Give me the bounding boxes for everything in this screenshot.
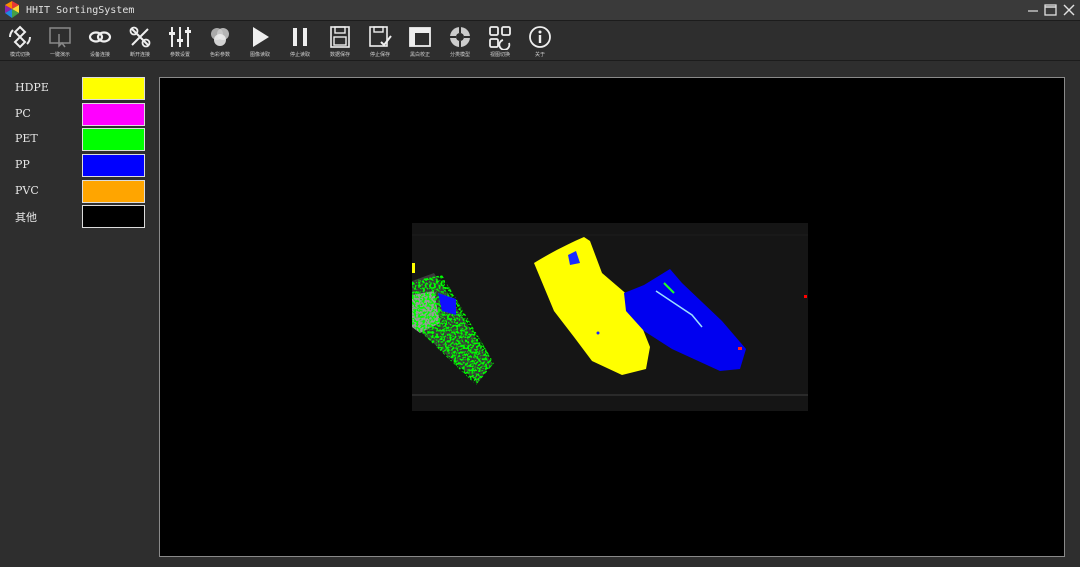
view-switch-button[interactable]: 视图切换 (480, 21, 520, 61)
legend-swatch (82, 103, 145, 126)
legend-swatch (82, 154, 145, 177)
tool-label: 参数设置 (169, 52, 190, 58)
close-button[interactable] (1061, 1, 1076, 18)
legend-item-pet: PET (0, 128, 150, 152)
about-button[interactable]: 关于 (520, 21, 560, 61)
tool-label: 关于 (534, 52, 545, 58)
mode-switch-icon (9, 25, 31, 49)
app-logo-icon (2, 0, 22, 20)
legend-item-pvc: PVC (0, 180, 150, 204)
maximize-button[interactable] (1043, 1, 1058, 18)
tool-label: 停止读取 (289, 52, 310, 58)
legend-label: 其他 (15, 211, 37, 224)
model-button[interactable]: 分类模型 (440, 21, 480, 61)
minimize-button[interactable] (1025, 1, 1040, 18)
title-bar: HHIT SortingSystem (0, 0, 1080, 21)
calibration-button[interactable]: 黑白校正 (400, 21, 440, 61)
maximize-icon (1044, 3, 1057, 16)
classified-camera-image (412, 223, 808, 411)
tool-label: 停止保存 (369, 52, 390, 58)
stop-save-button[interactable]: 停止保存 (360, 21, 400, 61)
minimize-icon (1027, 9, 1038, 12)
legend-label: PET (15, 132, 38, 145)
legend-label: PP (15, 158, 30, 171)
legend-item-pc: PC (0, 103, 150, 127)
image-viewport[interactable] (159, 77, 1065, 557)
stop-read-button[interactable]: 停止读取 (280, 21, 320, 61)
legend-item-pp: PP (0, 154, 150, 178)
disconnect-icon (129, 26, 151, 48)
color-params-button[interactable]: 色彩参数 (200, 21, 240, 61)
color-params-icon (211, 28, 229, 46)
sliders-icon (169, 27, 191, 47)
calibration-icon (409, 27, 431, 47)
tool-label: 一键演示 (49, 52, 70, 58)
tool-label: 设备连接 (89, 52, 110, 58)
legend-swatch (82, 180, 145, 203)
play-icon (253, 27, 269, 47)
tool-label: 分类模型 (449, 52, 470, 58)
data-save-button[interactable]: 数据保存 (320, 21, 360, 61)
tool-label: 断开连接 (129, 52, 150, 58)
legend-swatch (82, 128, 145, 151)
window-title: HHIT SortingSystem (26, 4, 135, 16)
model-icon (450, 27, 470, 47)
one-click-demo-button[interactable]: 一键演示 (40, 21, 80, 61)
image-read-button[interactable]: 图像读取 (240, 21, 280, 61)
legend-item-hdpe: HDPE (0, 77, 150, 101)
view-switch-icon (489, 26, 511, 50)
toolbar: 模式切换 一键演示 设备连接 断开连接 参数设置 色彩参数 图像读取 停止读取 … (0, 21, 1080, 61)
one-click-demo-icon (49, 27, 71, 48)
disconnect-button[interactable]: 断开连接 (120, 21, 160, 61)
info-icon (529, 26, 551, 48)
device-connect-button[interactable]: 设备连接 (80, 21, 120, 61)
legend-swatch (82, 77, 145, 100)
tool-label: 数据保存 (329, 52, 350, 58)
device-connect-icon (88, 31, 112, 43)
tool-label: 色彩参数 (209, 52, 230, 58)
mode-switch-button[interactable]: 模式切换 (0, 21, 40, 61)
pause-icon (293, 28, 307, 46)
legend-swatch (82, 205, 145, 228)
tool-label: 图像读取 (249, 52, 270, 58)
close-icon (1063, 4, 1074, 15)
settings-button[interactable]: 参数设置 (160, 21, 200, 61)
legend-item-other: 其他 (0, 205, 150, 229)
tool-label: 模式切换 (9, 52, 30, 58)
tool-label: 视图切换 (489, 52, 510, 58)
tool-label: 黑白校正 (409, 52, 430, 58)
legend-label: PVC (15, 184, 39, 197)
classification-overlay (412, 223, 808, 411)
legend-label: PC (15, 107, 31, 120)
stop-save-icon (369, 26, 392, 47)
save-icon (330, 26, 350, 48)
legend-label: HDPE (15, 81, 49, 94)
